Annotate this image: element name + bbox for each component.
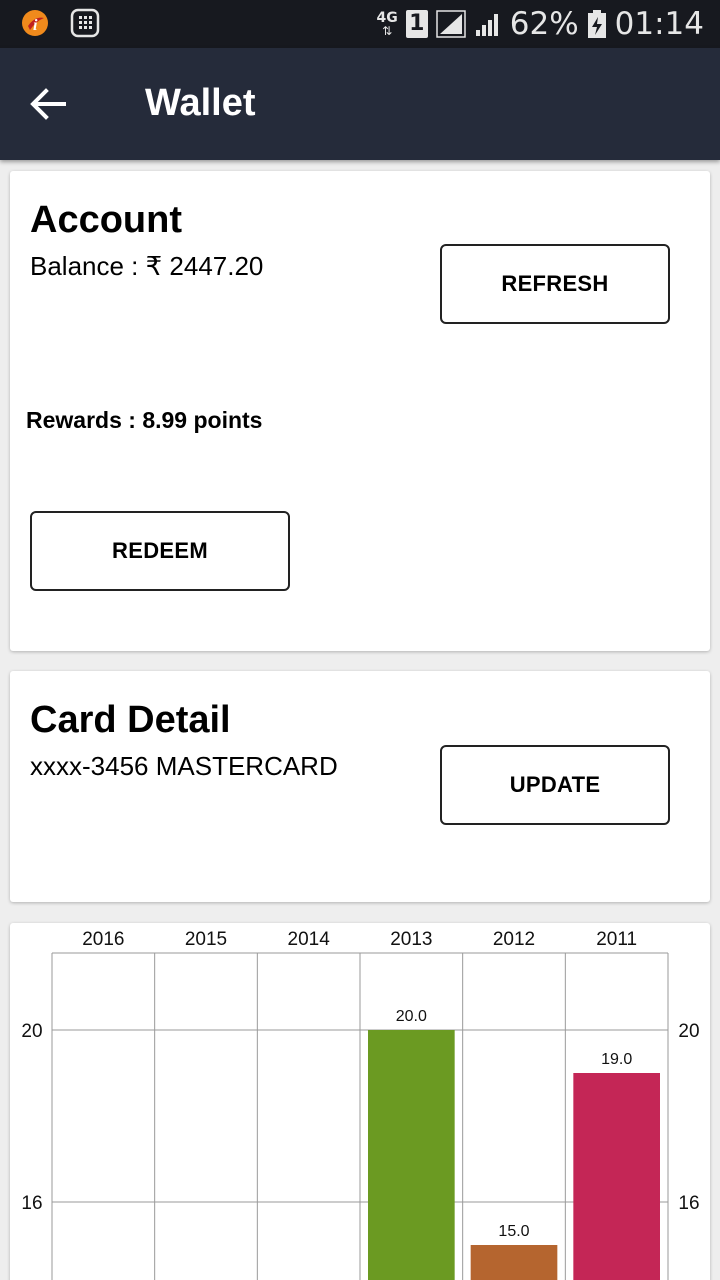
account-title: Account xyxy=(30,199,182,241)
y-tick-label-right: 20 xyxy=(678,1021,699,1042)
signal-strength-icon xyxy=(436,10,466,38)
network-type-label: 4G xyxy=(376,10,398,26)
account-card: Account Balance : ₹ 2447.20 REFRESH Rewa… xyxy=(10,171,710,651)
refresh-button[interactable]: REFRESH xyxy=(440,244,670,324)
sim-slot-badge: 1 xyxy=(405,10,428,38)
card-number-text: xxxx-3456 MASTERCARD xyxy=(30,751,338,781)
x-tick-label: 2012 xyxy=(493,929,535,950)
x-tick-label: 2013 xyxy=(390,929,432,950)
chart-card: 16 16 20 20 2016 2015 2014 2013 2012 2011 20.0 15.0… xyxy=(10,923,710,1280)
network-type-icon: 4G ⇅ xyxy=(376,10,398,38)
page-title: Wallet xyxy=(145,82,256,124)
balance-text: Balance : ₹ 2447.20 xyxy=(30,251,264,281)
rewards-text: Rewards : 8.99 points xyxy=(26,407,263,433)
calculator-icon xyxy=(70,8,100,38)
y-tick-label-left: 20 xyxy=(21,1021,42,1042)
redeem-button[interactable]: REDEEM xyxy=(30,511,290,591)
x-tick-label: 2016 xyxy=(82,929,124,950)
yearly-bar-chart: 16 16 20 20 2016 2015 2014 2013 2012 2011 20.0 15.0… xyxy=(21,929,700,1280)
x-tick-label: 2015 xyxy=(185,929,227,950)
y-tick-label-right: 16 xyxy=(678,1193,699,1214)
bar-value-label: 15.0 xyxy=(498,1223,529,1240)
update-button[interactable]: UPDATE xyxy=(440,745,670,825)
status-bar-left: i xyxy=(20,8,100,38)
card-detail-card: Card Detail xxxx-3456 MASTERCARD UPDATE xyxy=(10,671,710,902)
svg-text:i: i xyxy=(33,17,38,34)
status-bar-right: 4G ⇅ 1 62% 01:14 xyxy=(377,6,704,42)
arrow-back-icon[interactable] xyxy=(28,84,68,124)
chart-bar xyxy=(368,1030,455,1280)
clock: 01:14 xyxy=(614,6,704,42)
card-detail-title: Card Detail xyxy=(30,699,231,741)
chart-bar xyxy=(573,1073,660,1280)
x-tick-label: 2011 xyxy=(596,929,637,950)
x-tick-label: 2014 xyxy=(288,929,331,950)
battery-charging-icon xyxy=(587,10,606,38)
chart-bar xyxy=(470,1245,558,1280)
signal-bars-icon xyxy=(475,14,498,36)
status-bar: i 4G ⇅ 1 62% 01:14 xyxy=(0,0,720,48)
bar-value-label: 19.0 xyxy=(601,1051,632,1068)
bar-value-label: 20.0 xyxy=(396,1008,427,1025)
ibibo-logo-icon: i xyxy=(22,10,48,36)
battery-percent: 62% xyxy=(509,6,579,42)
y-tick-label-left: 16 xyxy=(21,1193,42,1214)
app-bar: Wallet xyxy=(0,48,720,160)
